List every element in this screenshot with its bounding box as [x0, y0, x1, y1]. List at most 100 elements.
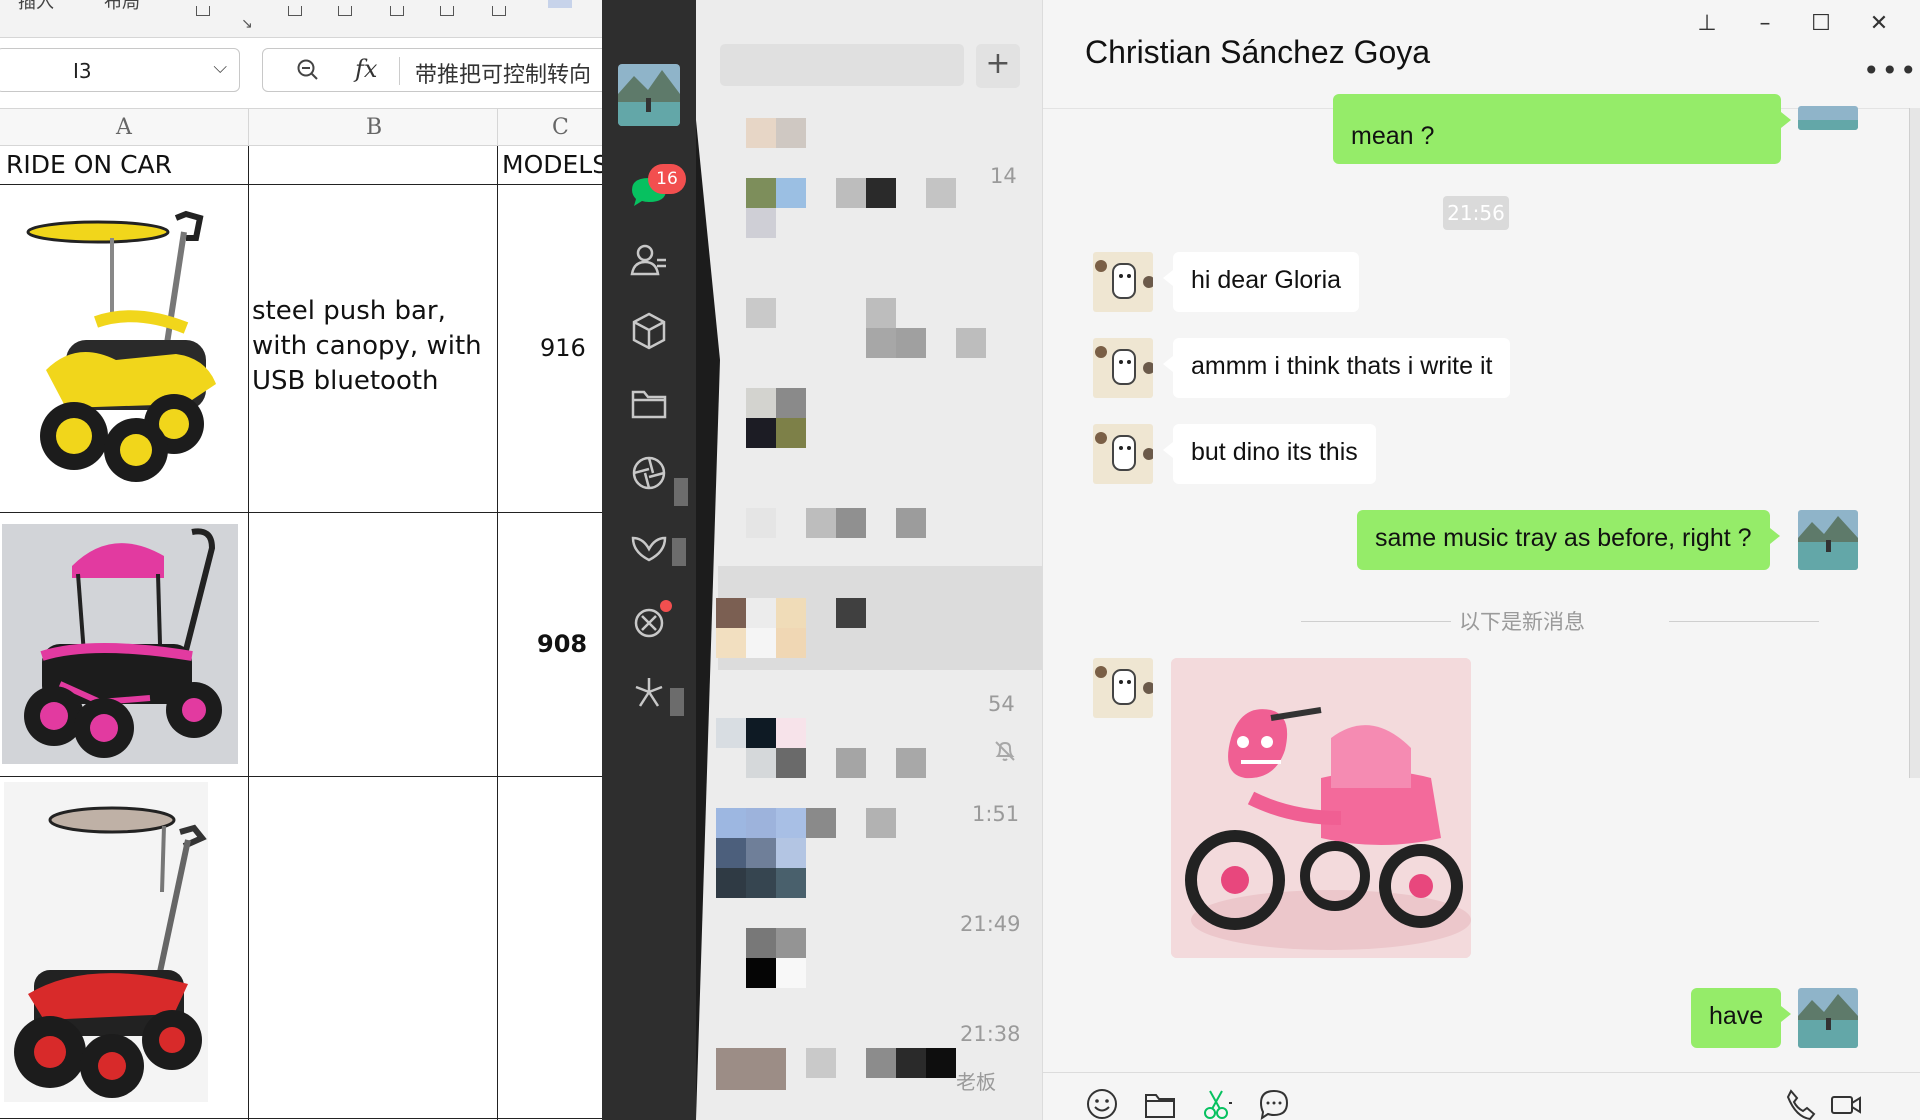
- ribbon-icon[interactable]: [338, 6, 352, 16]
- formula-input[interactable]: fx 带推把可控制转向: [262, 48, 602, 92]
- ribbon-icon[interactable]: [390, 6, 404, 16]
- my-avatar[interactable]: [1798, 106, 1858, 130]
- minimize-icon[interactable]: –: [1751, 10, 1779, 38]
- message-bubble-sent[interactable]: mean ?: [1333, 94, 1791, 164]
- message-bubble-received[interactable]: hi dear Gloria: [1162, 252, 1360, 312]
- phone-icon[interactable]: [1783, 1087, 1817, 1120]
- column-header-a[interactable]: A: [116, 115, 132, 140]
- close-icon[interactable]: ✕: [1865, 10, 1893, 38]
- nav-fragment: [674, 478, 688, 506]
- formula-text[interactable]: 带推把可控制转向: [415, 57, 591, 89]
- chat-window: Christian Sánchez Goya ⊥ – ☐ ✕ ••• mean …: [1042, 0, 1920, 1120]
- blurred-text: [836, 598, 866, 628]
- notification-dot: [660, 600, 672, 612]
- blurred-text: [866, 1048, 896, 1078]
- cartoon-avatar-icon: [1093, 338, 1153, 398]
- contact-avatar[interactable]: [1093, 338, 1153, 398]
- blurred-avatar: [776, 838, 806, 868]
- my-avatar[interactable]: [1798, 510, 1858, 570]
- chat-list: + 14 54 1:51 21:49 21:38 老板: [696, 0, 1042, 1120]
- cell-c3-model[interactable]: 908: [537, 630, 587, 658]
- dino-tricycle-image: [1171, 658, 1471, 958]
- chevron-down-icon[interactable]: ⌵: [213, 57, 227, 78]
- search-input[interactable]: [720, 44, 964, 86]
- list-item-time: 21:38: [960, 1022, 1021, 1046]
- ribbon-tab-insert[interactable]: 插入: [18, 0, 54, 14]
- folder-icon[interactable]: [628, 382, 670, 424]
- cell-b2-description[interactable]: steel push bar, with canopy, with USB bl…: [252, 294, 492, 399]
- zoom-out-icon[interactable]: [297, 59, 319, 81]
- chat-bubble-icon[interactable]: [1257, 1087, 1291, 1120]
- message-text: hi dear Gloria: [1191, 266, 1342, 294]
- column-header-c[interactable]: C: [552, 115, 569, 140]
- unread-badge: 16: [648, 164, 686, 194]
- folder-icon[interactable]: [1143, 1087, 1177, 1120]
- my-avatar[interactable]: [618, 64, 680, 126]
- list-item-snippet: 老板: [956, 1070, 996, 1094]
- ride-on-car-image-yellow[interactable]: [26, 210, 226, 496]
- image-message-dino-tricycle[interactable]: [1171, 658, 1471, 958]
- fx-icon[interactable]: fx: [355, 55, 377, 83]
- blurred-avatar: [776, 958, 806, 988]
- ribbon-icon[interactable]: [548, 0, 572, 8]
- blurred-avatar: [716, 628, 746, 658]
- blurred-avatar: [776, 628, 806, 658]
- blurred-avatar: [776, 178, 806, 208]
- landscape-avatar-icon: [618, 64, 680, 126]
- add-button[interactable]: +: [976, 44, 1020, 88]
- cell-c2-model[interactable]: 916: [540, 334, 586, 362]
- channels-icon[interactable]: [628, 528, 670, 570]
- gridline: [0, 512, 602, 513]
- blurred-avatar: [746, 958, 776, 988]
- message-bubble-received[interactable]: but dino its this: [1163, 424, 1376, 484]
- blurred-avatar: [776, 748, 806, 778]
- blurred-avatar: [716, 1048, 786, 1090]
- gridline: [248, 146, 249, 1120]
- blurred-avatar: [746, 298, 776, 328]
- blurred-text: [896, 328, 926, 358]
- divider: [399, 57, 400, 85]
- ride-on-car-image-pink[interactable]: [2, 524, 238, 764]
- dialog-launcher-icon[interactable]: ↘: [241, 16, 253, 32]
- blurred-text: [866, 808, 896, 838]
- ribbon-icon[interactable]: [196, 6, 210, 16]
- blurred-text: [836, 508, 866, 538]
- blurred-avatar: [746, 118, 776, 148]
- column-header-b[interactable]: B: [366, 115, 382, 140]
- message-bubble-sent[interactable]: same music tray as before, right ?: [1357, 510, 1780, 570]
- message-text: ammm i think thats i write it: [1191, 352, 1493, 380]
- cube-icon[interactable]: [628, 310, 670, 352]
- pin-icon[interactable]: ⊥: [1693, 10, 1721, 38]
- scrollbar[interactable]: [1909, 108, 1920, 778]
- more-icon[interactable]: •••: [1863, 54, 1919, 87]
- blurred-avatar: [746, 748, 776, 778]
- maximize-icon[interactable]: ☐: [1807, 10, 1835, 38]
- moments-icon[interactable]: [628, 452, 670, 494]
- ribbon-icon[interactable]: [492, 6, 506, 16]
- blurred-text: [836, 178, 866, 208]
- emoji-icon[interactable]: [1085, 1087, 1119, 1120]
- ribbon-tab-layout[interactable]: 布局: [104, 0, 140, 14]
- blurred-avatar: [776, 718, 806, 748]
- message-bubble-received[interactable]: ammm i think thats i write it: [1162, 338, 1511, 398]
- ride-on-car-image-red[interactable]: [4, 782, 208, 1102]
- ribbon-icon[interactable]: [440, 6, 454, 16]
- my-avatar[interactable]: [1798, 988, 1858, 1048]
- name-box[interactable]: I3 ⌵: [0, 48, 240, 92]
- blurred-text: [806, 808, 836, 838]
- scissors-icon[interactable]: [1201, 1087, 1235, 1120]
- cell-c1-header[interactable]: MODELS: [502, 150, 602, 179]
- list-item-time: 1:51: [972, 802, 1020, 826]
- search-spark-icon[interactable]: [628, 672, 670, 714]
- contact-avatar[interactable]: [1093, 658, 1153, 718]
- contacts-icon[interactable]: [628, 240, 670, 282]
- ribbon-icon[interactable]: [288, 6, 302, 16]
- message-bubble-sent[interactable]: have: [1691, 988, 1792, 1048]
- contact-avatar[interactable]: [1093, 252, 1153, 312]
- contact-avatar[interactable]: [1093, 424, 1153, 484]
- sheet-grid[interactable]: RIDE ON CAR MODELS steel push bar, with …: [0, 146, 602, 1120]
- blurred-avatar: [746, 418, 776, 448]
- cell-a1-header[interactable]: RIDE ON CAR: [6, 150, 172, 179]
- video-icon[interactable]: [1829, 1087, 1863, 1120]
- contact-name[interactable]: Christian Sánchez Goya: [1085, 34, 1430, 71]
